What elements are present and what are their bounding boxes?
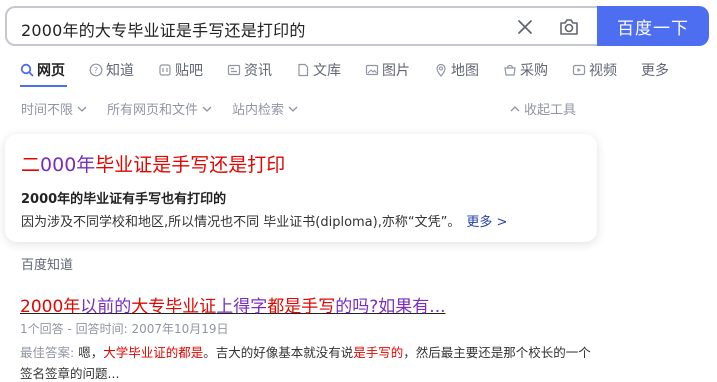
tieba-icon xyxy=(159,64,171,76)
tab-label: 视频 xyxy=(589,63,617,79)
tab-label: 地图 xyxy=(451,63,479,79)
abstract-highlight: 大学毕业证的都是 xyxy=(103,345,204,360)
chevron-down-icon xyxy=(202,106,212,112)
tab-label: 资讯 xyxy=(244,63,272,79)
tab-label: 网页 xyxy=(37,63,65,79)
title-part: 的吗?如果有... xyxy=(335,297,446,317)
result-title-link[interactable]: 2000年以前的大专毕业证上得字都是手写的吗?如果有... xyxy=(20,292,446,317)
map-pin-icon xyxy=(436,63,446,77)
description-text: 因为涉及不同学校和地区,所以情况也不同 毕业证书(diploma),亦称“文凭”… xyxy=(21,215,461,230)
clear-icon[interactable] xyxy=(515,17,535,37)
chevron-down-icon xyxy=(77,106,87,112)
collapse-tools-label: 收起工具 xyxy=(524,103,577,118)
tab-label: 知道 xyxy=(106,63,134,79)
result-abstract: 最佳答案: 嗯，大学毕业证的都是。吉大的好像基本就没有说是手写的，然后最主要还是… xyxy=(20,342,600,382)
news-icon xyxy=(227,64,241,76)
tab-map[interactable]: 地图 xyxy=(434,60,479,80)
abstract-text: 。吉大的好像基本就没有说 xyxy=(203,345,354,360)
more-link[interactable]: 更多 > xyxy=(466,215,507,230)
abstract-text: 嗯， xyxy=(74,345,104,360)
search-input[interactable]: 2000年的大专毕业证是手写还是打印的 xyxy=(21,17,306,41)
svg-text:?: ? xyxy=(94,66,98,75)
filter-site-label: 站内检索 xyxy=(232,103,285,118)
tab-video[interactable]: 视频 xyxy=(572,60,617,80)
title-part: 上得字 xyxy=(216,297,268,317)
active-tab-indicator xyxy=(20,85,67,87)
image-icon xyxy=(365,64,379,76)
tab-web[interactable]: 网页 xyxy=(20,60,65,80)
title-part: 2000年 xyxy=(20,297,81,317)
title-part: 000年 xyxy=(40,154,96,176)
title-part: 以前的 xyxy=(80,297,132,317)
video-icon xyxy=(572,64,586,76)
title-part: 毕业证是手写还是打印 xyxy=(95,154,286,176)
filter-time[interactable]: 时间不限 xyxy=(21,99,87,118)
source-label: 百度知道 xyxy=(21,258,74,273)
collapse-tools-button[interactable]: 收起工具 xyxy=(510,99,576,118)
search-tools: 时间不限 所有网页和文件 站内检索 xyxy=(21,99,318,118)
search-icon xyxy=(20,63,34,77)
document-icon xyxy=(298,63,309,77)
search-tabs: 网页 ? 知道 贴吧 资讯 文库 图片 地图 采购 视频 更多 xyxy=(20,60,669,80)
tab-zhidao[interactable]: ? 知道 xyxy=(89,60,134,80)
search-box[interactable]: 2000年的大专毕业证是手写还是打印的 xyxy=(5,6,597,46)
filter-file-type-label: 所有网页和文件 xyxy=(107,103,199,118)
tab-more[interactable]: 更多 xyxy=(641,60,669,80)
answer-card-description: 因为涉及不同学校和地区,所以情况也不同 毕业证书(diploma),亦称“文凭”… xyxy=(21,211,507,230)
tab-news[interactable]: 资讯 xyxy=(227,60,272,80)
title-part: 二 xyxy=(21,154,41,176)
tab-wenku[interactable]: 文库 xyxy=(296,60,341,80)
answer-card-summary: 2000年的毕业证有手写也有打印的 xyxy=(21,192,227,207)
filter-site[interactable]: 站内检索 xyxy=(232,99,298,118)
question-icon: ? xyxy=(89,63,103,77)
tab-label: 采购 xyxy=(520,63,548,79)
result-meta: 1个回答 - 回答时间: 2007年10月19日 xyxy=(20,322,229,336)
shop-icon xyxy=(504,64,516,76)
abstract-highlight: 是手写的 xyxy=(353,345,404,360)
filter-file-type[interactable]: 所有网页和文件 xyxy=(107,99,212,118)
tab-label: 更多 xyxy=(641,63,669,79)
search-bar: 2000年的大专毕业证是手写还是打印的 百度一下 xyxy=(5,6,709,46)
tab-tieba[interactable]: 贴吧 xyxy=(158,60,203,80)
best-answer-label: 最佳答案: xyxy=(20,345,75,360)
tab-label: 文库 xyxy=(313,63,341,79)
tab-purchase[interactable]: 采购 xyxy=(503,60,548,80)
filter-time-label: 时间不限 xyxy=(21,103,74,118)
title-part: 大专毕业证 xyxy=(131,297,217,317)
tab-images[interactable]: 图片 xyxy=(365,60,410,80)
chevron-down-icon xyxy=(288,106,298,112)
chevron-up-icon xyxy=(510,105,520,111)
camera-icon[interactable] xyxy=(558,16,580,38)
answer-card-title[interactable]: 二000年毕业证是手写还是打印 xyxy=(21,150,285,177)
answer-card: 二000年毕业证是手写还是打印 2000年的毕业证有手写也有打印的 因为涉及不同… xyxy=(5,134,597,242)
title-part: 都是手写 xyxy=(267,297,336,317)
tab-label: 贴吧 xyxy=(175,63,203,79)
tab-label: 图片 xyxy=(382,63,410,79)
search-button[interactable]: 百度一下 xyxy=(597,6,709,46)
